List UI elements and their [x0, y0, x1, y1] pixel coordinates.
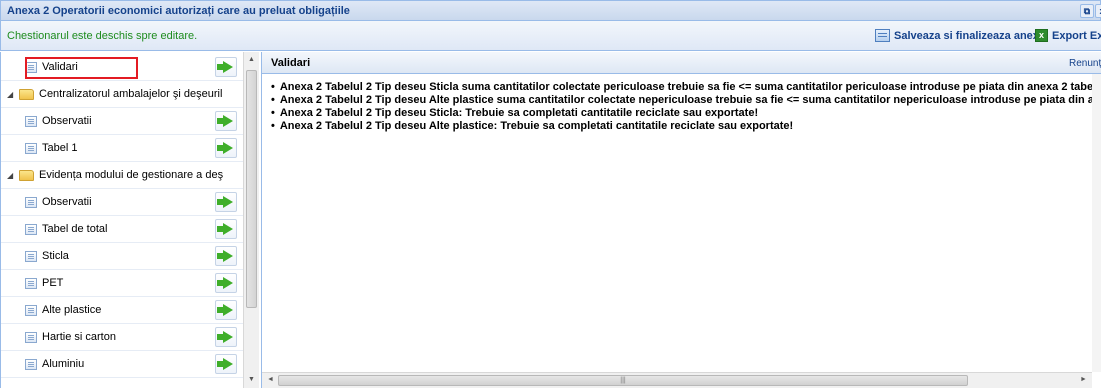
tree-scrollbar[interactable]: ▲ ▼ [243, 52, 259, 388]
green-arrow-icon [217, 358, 233, 370]
scroll-left-icon[interactable]: ◄ [267, 376, 274, 383]
validation-panel: Validari Renunță Anexa 2 Tabelul 2 Tip d… [261, 52, 1101, 388]
tree-leaf-row[interactable]: Aluminiu [1, 351, 244, 378]
form-icon [25, 142, 37, 154]
panel-vertical-scrollbar[interactable] [1092, 74, 1101, 372]
open-section-button[interactable] [215, 57, 237, 77]
green-arrow-icon [217, 196, 233, 208]
open-section-button[interactable] [215, 300, 237, 320]
open-section-button[interactable] [215, 246, 237, 266]
open-section-button[interactable] [215, 354, 237, 374]
tree-leaf-row[interactable]: Observatii [1, 189, 244, 216]
tree-leaf-row[interactable]: Tabel de total [1, 216, 244, 243]
validation-message: Anexa 2 Tabelul 2 Tip deseu Sticla: Treb… [271, 107, 1093, 120]
window-titlebar: Anexa 2 Operatorii economici autorizați … [0, 0, 1101, 21]
validation-message: Anexa 2 Tabelul 2 Tip deseu Sticla suma … [271, 81, 1093, 94]
open-section-button[interactable] [215, 192, 237, 212]
tree-item-label: PET [42, 277, 64, 289]
tree-group-row[interactable]: ◢ Evidența modului de gestionare a deş [1, 162, 244, 189]
tree-leaf-row[interactable]: PET [1, 270, 244, 297]
validation-message: Anexa 2 Tabelul 2 Tip deseu Alte plastic… [271, 120, 1093, 133]
save-finalize-button[interactable]: Salveaza si finalizeaza anexa [875, 29, 1045, 42]
tree-item-label: Aluminiu [42, 358, 85, 370]
green-arrow-icon [217, 61, 233, 73]
save-finalize-label: Salveaza si finalizeaza anexa [894, 29, 1046, 42]
tree-item-label: Centralizatorul ambalajelor şi deşeuril [39, 88, 223, 100]
scroll-right-icon[interactable]: ► [1080, 376, 1087, 383]
expand-icon[interactable]: ◢ [7, 171, 17, 180]
panel-horizontal-scrollbar[interactable]: ◄ ||| ► [262, 372, 1092, 388]
form-icon [25, 304, 37, 316]
green-arrow-icon [217, 277, 233, 289]
toolbar: Chestionarul este deschis spre editare. … [0, 21, 1101, 51]
status-text: Chestionarul este deschis spre editare. [7, 30, 198, 42]
green-arrow-icon [217, 250, 233, 262]
form-icon [25, 277, 37, 289]
open-section-button[interactable] [215, 327, 237, 347]
form-icon [25, 358, 37, 370]
green-arrow-icon [217, 223, 233, 235]
folder-icon [19, 88, 34, 100]
excel-icon: x [1035, 29, 1048, 42]
panel-header: Validari Renunță [262, 52, 1101, 74]
validation-messages: Anexa 2 Tabelul 2 Tip deseu Sticla suma … [271, 81, 1093, 133]
green-arrow-icon [217, 331, 233, 343]
open-section-button[interactable] [215, 111, 237, 131]
tree-item-label: Alte plastice [42, 304, 102, 316]
tree-scrollbar-thumb[interactable] [246, 70, 257, 308]
tree-leaf-row[interactable]: Tabel 1 [1, 135, 244, 162]
folder-icon [19, 169, 34, 181]
export-excel-button[interactable]: x Export Exce [1035, 29, 1101, 42]
tree-item-label: Tabel de total [42, 223, 108, 235]
form-icon [25, 115, 37, 127]
cancel-link[interactable]: Renunță [1069, 58, 1101, 69]
panel-hscroll-thumb[interactable]: ||| [278, 375, 968, 386]
selection-highlight [25, 57, 138, 79]
tree-item-label: Tabel 1 [42, 142, 78, 154]
window-title: Anexa 2 Operatorii economici autorizați … [7, 4, 350, 17]
expand-icon[interactable]: ◢ [7, 90, 17, 99]
form-icon [25, 331, 37, 343]
form-icon [25, 250, 37, 262]
save-icon [875, 29, 890, 42]
panel-title: Validari [271, 57, 311, 69]
green-arrow-icon [217, 115, 233, 127]
tree-leaf-row[interactable]: Alte plastice [1, 297, 244, 324]
tree-item-label: Observatii [42, 115, 92, 127]
open-section-button[interactable] [215, 273, 237, 293]
tree-group-row[interactable]: ◢ Centralizatorul ambalajelor şi deşeuril [1, 81, 244, 108]
form-icon [25, 196, 37, 208]
tree-leaf-row[interactable]: Hartie si carton [1, 324, 244, 351]
green-arrow-icon [217, 142, 233, 154]
open-section-button[interactable] [215, 138, 237, 158]
tree-item-label: Evidența modului de gestionare a deş [39, 169, 224, 181]
scroll-down-icon[interactable]: ▼ [248, 376, 255, 383]
navigation-tree: Validari ◢ Centralizatorul ambalajelor şi … [0, 52, 259, 388]
export-excel-label: Export Exce [1052, 29, 1101, 42]
green-arrow-icon [217, 304, 233, 316]
form-icon [25, 223, 37, 235]
restore-icon[interactable]: ⧉ [1080, 4, 1094, 18]
tree-item-label: Hartie si carton [42, 331, 116, 343]
validation-message: Anexa 2 Tabelul 2 Tip deseu Alte plastic… [271, 94, 1093, 107]
tree-leaf-row[interactable]: Sticla [1, 243, 244, 270]
tree-item-label: Observatii [42, 196, 92, 208]
close-icon[interactable]: x [1095, 4, 1101, 18]
tree-leaf-row[interactable]: Observatii [1, 108, 244, 135]
tree-item-label: Sticla [42, 250, 69, 262]
open-section-button[interactable] [215, 219, 237, 239]
scroll-up-icon[interactable]: ▲ [248, 56, 255, 63]
